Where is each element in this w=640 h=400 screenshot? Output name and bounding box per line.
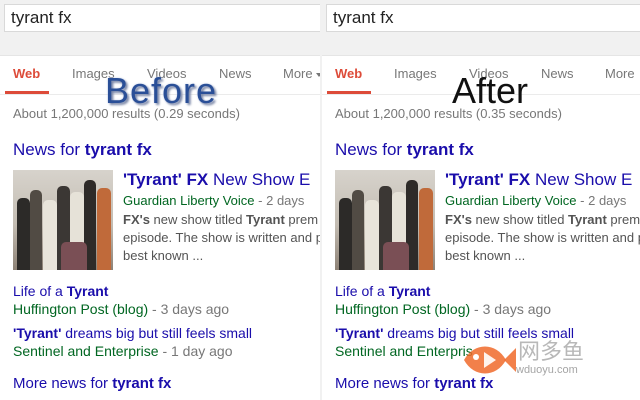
- top-story-snippet: FX's new show titled Tyrant prem episode…: [445, 211, 640, 265]
- news-header-prefix: News for: [13, 140, 85, 159]
- story-age: - 1 day ago: [162, 343, 233, 359]
- watermark: 网多鱼 wduoyu.com: [460, 330, 610, 394]
- more-news-prefix: More news for: [13, 375, 113, 392]
- title-quoted: 'Tyrant': [123, 170, 182, 189]
- story-link[interactable]: 'Tyrant' dreams big but still feels smal…: [13, 325, 252, 341]
- news-header-prefix: News for: [335, 140, 407, 159]
- snippet-bold: FX's: [445, 212, 472, 227]
- search-input[interactable]: tyrant fx: [4, 4, 320, 32]
- top-story-title[interactable]: 'Tyrant' FX New Show E: [123, 170, 310, 190]
- snippet-line: best known ...: [123, 248, 204, 263]
- story-source-name: Sentinel and Enterprise: [13, 343, 159, 359]
- cast-figure: [352, 190, 364, 270]
- result-stats: About 1,200,000 results (0.35 seconds): [335, 106, 562, 121]
- source-name: Guardian Liberty Voice: [123, 193, 255, 208]
- story-title-plain: Life of a: [335, 283, 389, 299]
- tab-web[interactable]: Web: [13, 66, 40, 81]
- story-source-name: Huffington Post (blog): [13, 301, 149, 317]
- tab-more[interactable]: More: [605, 66, 635, 81]
- title-quoted: 'Tyrant': [445, 170, 504, 189]
- title-rest: New Show E: [534, 170, 633, 189]
- story-title-bold: 'Tyrant': [335, 325, 384, 341]
- active-tab-indicator: [327, 91, 371, 94]
- news-header-link[interactable]: News for tyrant fx: [335, 140, 474, 160]
- story-age: - 3 days ago: [152, 301, 230, 317]
- source-name: Guardian Liberty Voice: [445, 193, 577, 208]
- story-title-tail: dreams big but still feels small: [61, 325, 253, 341]
- snippet-line: FX's new show titled Tyrant prem: [123, 211, 320, 229]
- search-header: tyrant fx: [322, 0, 640, 56]
- before-panel: tyrant fx Web Images Videos News More Be…: [0, 0, 320, 400]
- snippet-text: new show titled: [149, 212, 247, 227]
- tab-news[interactable]: News: [541, 66, 574, 81]
- tab-news[interactable]: News: [219, 66, 252, 81]
- tab-images[interactable]: Images: [394, 66, 437, 81]
- tab-web[interactable]: Web: [335, 66, 362, 81]
- source-age: - 2 days: [258, 193, 305, 208]
- story-source: Sentinel and Enterprise - 1 day ago: [13, 343, 233, 359]
- snippet-bold: Tyrant: [246, 212, 285, 227]
- cast-figure: [43, 200, 57, 270]
- story-link[interactable]: Life of a Tyrant: [335, 283, 430, 299]
- story-source-name: Huffington Post (blog): [335, 301, 471, 317]
- story-title-plain: Life of a: [13, 283, 67, 299]
- story-source: Huffington Post (blog) - 3 days ago: [335, 301, 551, 317]
- title-fx: FX: [508, 170, 531, 189]
- story-title-bold: Tyrant: [66, 283, 109, 299]
- news-thumbnail[interactable]: [335, 170, 435, 270]
- search-header: tyrant fx: [0, 0, 320, 56]
- snippet-bold: FX's: [123, 212, 150, 227]
- top-story-source: Guardian Liberty Voice - 2 days: [445, 193, 626, 208]
- result-stats: About 1,200,000 results (0.29 seconds): [13, 106, 240, 121]
- snippet-line: episode. The show is written and p: [123, 230, 320, 245]
- tab-more[interactable]: More: [283, 66, 320, 81]
- story-age: - 3 days ago: [474, 301, 552, 317]
- cast-figure: [17, 198, 30, 270]
- tab-more-label: More: [283, 66, 313, 81]
- story-source: Huffington Post (blog) - 3 days ago: [13, 301, 229, 317]
- snippet-line: best known ...: [445, 248, 526, 263]
- cast-figure: [97, 188, 111, 270]
- snippet-line: FX's new show titled Tyrant prem: [445, 211, 640, 229]
- cast-figure: [365, 200, 379, 270]
- top-story-source: Guardian Liberty Voice - 2 days: [123, 193, 304, 208]
- active-tab-indicator: [5, 91, 49, 94]
- story-source-name: Sentinel and Enterpris: [335, 343, 473, 359]
- snippet-text: prem: [284, 212, 319, 227]
- snippet-text: new show titled: [471, 212, 569, 227]
- story-title-bold: 'Tyrant': [13, 325, 62, 341]
- news-header-query: tyrant fx: [84, 140, 152, 159]
- title-rest: New Show E: [212, 170, 311, 189]
- more-news-query: tyrant fx: [112, 375, 172, 392]
- source-age: - 2 days: [580, 193, 627, 208]
- snippet-line: episode. The show is written and p: [445, 230, 640, 245]
- snippet-bold: Tyrant: [568, 212, 607, 227]
- news-header-link[interactable]: News for tyrant fx: [13, 140, 152, 160]
- cast-figure: [383, 242, 409, 270]
- cast-figure: [61, 242, 87, 270]
- story-link[interactable]: Life of a Tyrant: [13, 283, 108, 299]
- title-fx: FX: [186, 170, 209, 189]
- snippet-text: prem: [606, 212, 640, 227]
- news-header-query: tyrant fx: [406, 140, 474, 159]
- top-story-snippet: FX's new show titled Tyrant prem episode…: [123, 211, 320, 265]
- watermark-url: wduoyu.com: [516, 364, 578, 376]
- news-thumbnail[interactable]: [13, 170, 113, 270]
- cast-figure: [30, 190, 42, 270]
- story-title-bold: Tyrant: [388, 283, 431, 299]
- search-input[interactable]: tyrant fx: [326, 4, 640, 32]
- top-story-title[interactable]: 'Tyrant' FX New Show E: [445, 170, 632, 190]
- more-news-prefix: More news for: [335, 375, 435, 392]
- watermark-text: 网多鱼: [518, 339, 585, 364]
- more-news-link[interactable]: More news for tyrant fx: [13, 375, 171, 392]
- cast-figure: [339, 198, 352, 270]
- story-source: Sentinel and Enterpris: [335, 343, 473, 359]
- fish-logo-icon: [464, 346, 516, 374]
- cast-figure: [419, 188, 433, 270]
